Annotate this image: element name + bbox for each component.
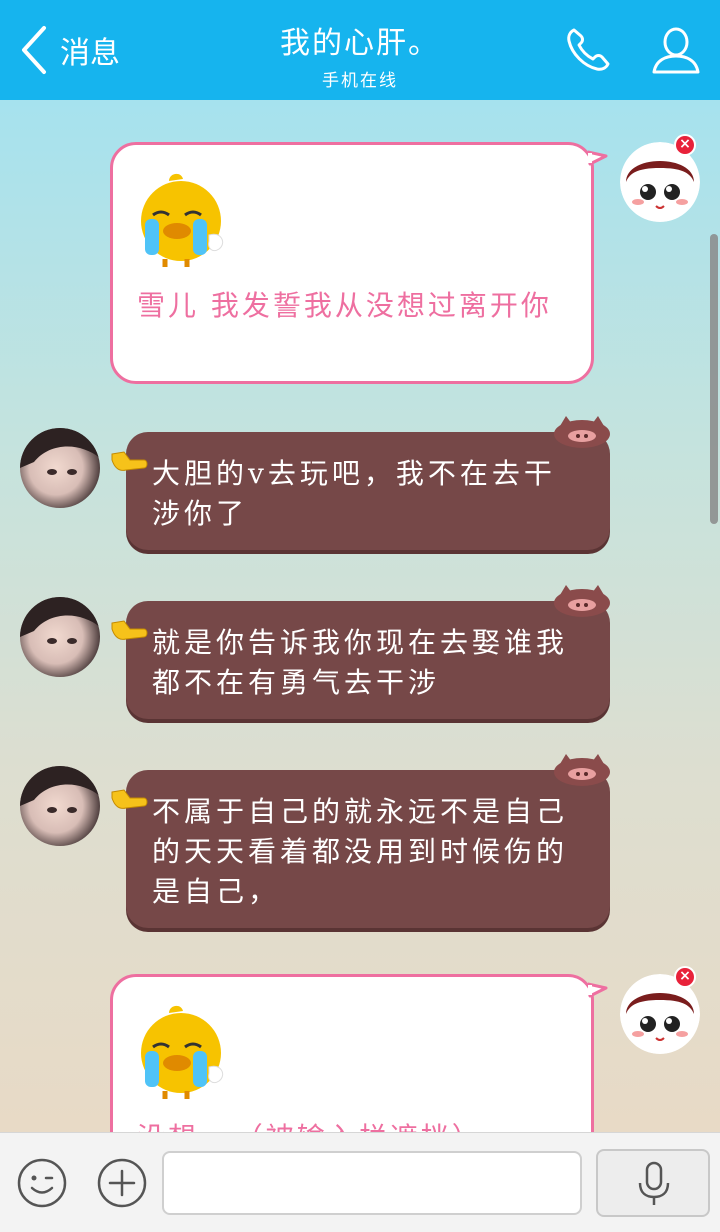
crying-duck-sticker <box>141 1005 224 1099</box>
message-list[interactable]: 雪儿 我发誓我从没想过离开你 × 大胆的v去玩吧，我不在去干涉你了 就是你告诉我… <box>0 100 720 1132</box>
message-input[interactable] <box>162 1151 582 1215</box>
bubble-tail <box>588 982 608 998</box>
incoming-message-bubble[interactable]: 不属于自己的就永远不是自己的天天看着都没用到时候伤的是自己， <box>126 770 610 928</box>
incoming-message-bubble[interactable]: 大胆的v去玩吧，我不在去干涉你了 <box>126 432 610 550</box>
close-badge-icon[interactable]: × <box>674 134 696 156</box>
pointing-hand-icon <box>111 789 148 809</box>
emoji-icon[interactable] <box>16 1157 68 1209</box>
close-badge-icon[interactable]: × <box>674 966 696 988</box>
outgoing-message-bubble[interactable]: 没想...（被输入栏遮挡） <box>110 974 594 1132</box>
message-text: 雪儿 我发誓我从没想过离开你 <box>137 289 552 322</box>
contact-avatar-photo <box>20 597 100 644</box>
message-text: 不属于自己的就永远不是自己的天天看着都没用到时候伤的是自己， <box>152 795 569 908</box>
back-label: 消息 <box>60 36 120 71</box>
scrollbar[interactable] <box>710 234 718 524</box>
pig-decoration-icon <box>554 585 610 617</box>
plus-icon[interactable] <box>96 1157 148 1209</box>
message-text: 就是你告诉我你现在去娶谁我都不在有勇气去干涉 <box>152 626 569 699</box>
person-icon[interactable] <box>648 22 704 78</box>
voice-button[interactable] <box>596 1149 710 1217</box>
outgoing-message-bubble[interactable]: 雪儿 我发誓我从没想过离开你 <box>110 142 594 384</box>
back-button[interactable]: 消息 <box>14 22 120 78</box>
contact-avatar-photo <box>20 766 100 813</box>
contact-avatar-photo <box>20 428 100 475</box>
microphone-icon <box>638 1161 670 1205</box>
pig-decoration-icon <box>554 754 610 786</box>
online-status: 手机在线 <box>322 71 398 91</box>
phone-icon[interactable] <box>560 22 616 78</box>
pointing-hand-icon <box>111 451 148 471</box>
back-chevron-icon <box>22 26 46 74</box>
pointing-hand-icon <box>111 620 148 640</box>
contact-name: 我的心肝。 <box>280 26 440 61</box>
message-text: 大胆的v去玩吧，我不在去干涉你了 <box>152 457 556 530</box>
pig-decoration-icon <box>554 416 610 448</box>
contact-avatar[interactable] <box>20 428 100 508</box>
message-text: 没想...（被输入栏遮挡） <box>137 1119 567 1132</box>
bubble-tail <box>588 150 608 166</box>
incoming-message-bubble[interactable]: 就是你告诉我你现在去娶谁我都不在有勇气去干涉 <box>126 601 610 719</box>
crying-duck-sticker <box>141 173 224 267</box>
contact-title-block[interactable]: 我的心肝。 手机在线 <box>200 18 520 91</box>
contact-avatar[interactable] <box>20 597 100 677</box>
input-bar <box>0 1132 720 1232</box>
chat-header: 消息 我的心肝。 手机在线 <box>0 0 720 100</box>
contact-avatar[interactable] <box>20 766 100 846</box>
